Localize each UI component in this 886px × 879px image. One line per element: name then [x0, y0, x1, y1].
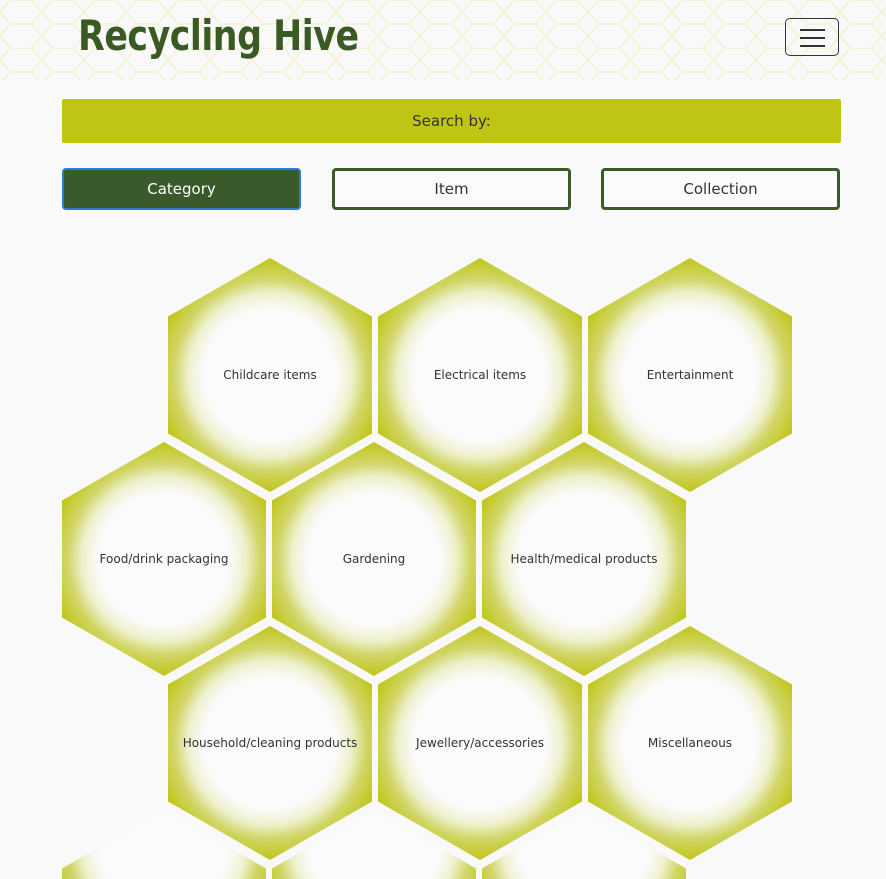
category-label: Household/cleaning products [182, 736, 358, 750]
category-hive: Childcare items Electrical items Enterta… [0, 0, 886, 879]
category-hex[interactable]: Health/medical products [482, 442, 686, 676]
category-label: Childcare items [223, 368, 317, 382]
category-hex[interactable]: Gardening [272, 442, 476, 676]
category-label: Electrical items [433, 368, 527, 382]
category-hex[interactable]: Food/drink packaging [62, 442, 266, 676]
category-label: Jewellery/accessories [416, 736, 544, 750]
category-label: Entertainment [646, 368, 734, 382]
category-label: Miscellaneous [647, 736, 733, 750]
category-hex[interactable]: Household/cleaning products [168, 626, 372, 860]
category-label: Food/drink packaging [99, 552, 229, 566]
category-hex[interactable]: Childcare items [168, 258, 372, 492]
category-hex[interactable]: Entertainment [588, 258, 792, 492]
category-hex[interactable]: Miscellaneous [588, 626, 792, 860]
category-label: Health/medical products [510, 552, 658, 566]
category-hex[interactable]: Jewellery/accessories [378, 626, 582, 860]
category-hex[interactable]: Electrical items [378, 258, 582, 492]
category-label: Gardening [342, 552, 406, 566]
